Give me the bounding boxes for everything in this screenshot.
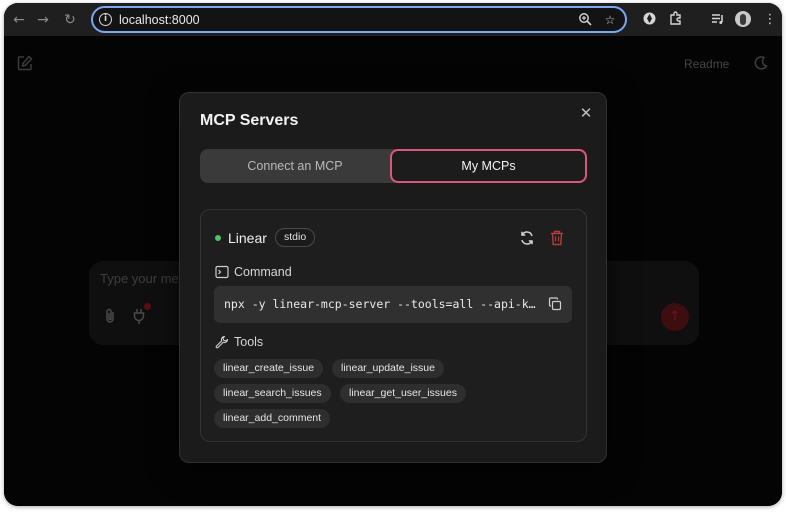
back-arrow-icon[interactable]: ← <box>10 11 28 29</box>
wrench-icon <box>215 335 229 349</box>
tool-chip: linear_add_comment <box>214 409 331 428</box>
status-indicator <box>215 235 221 241</box>
command-label: Command <box>234 265 292 279</box>
modal-title: MCP Servers <box>200 112 299 129</box>
paperclip-icon[interactable] <box>102 307 118 325</box>
mcp-count-badge <box>144 303 151 310</box>
command-text: npx -y linear-mcp-server --tools=all --a… <box>224 297 536 311</box>
readme-link[interactable]: Readme <box>684 57 729 71</box>
close-icon[interactable]: ✕ <box>578 105 594 121</box>
forward-arrow-icon[interactable]: → <box>34 11 52 29</box>
menu-kebab-icon[interactable]: ⋮ <box>761 11 779 29</box>
bookmark-star-icon[interactable]: ☆ <box>602 12 618 28</box>
tool-chip: linear_update_issue <box>332 359 444 378</box>
server-name: Linear <box>228 230 267 246</box>
new-chat-edit-icon[interactable] <box>16 54 34 72</box>
app-page: Readme Type your me ↑ MCP Servers ✕ Conn… <box>4 36 782 506</box>
command-box: npx -y linear-mcp-server --tools=all --a… <box>214 286 572 323</box>
browser-toolbar: ← → ↻ i localhost:8000 ☆ ⋮ <box>4 3 782 36</box>
tool-chip: linear_get_user_issues <box>340 384 466 403</box>
media-controls-icon[interactable] <box>708 11 726 29</box>
trash-icon[interactable] <box>550 230 564 246</box>
tool-chip: linear_search_issues <box>214 384 331 403</box>
modal-tabs: Connect an MCP My MCPs <box>200 149 587 183</box>
site-info-icon[interactable]: i <box>99 13 112 26</box>
transport-badge: stdio <box>275 228 316 247</box>
address-bar[interactable]: i localhost:8000 ☆ <box>91 6 627 33</box>
puzzle-icon[interactable] <box>666 11 684 29</box>
browser-window: ← → ↻ i localhost:8000 ☆ ⋮ Readme Type y… <box>4 3 782 506</box>
zoom-icon[interactable] <box>577 12 593 28</box>
tools-label: Tools <box>234 335 264 349</box>
mcp-servers-modal: MCP Servers ✕ Connect an MCP My MCPs Lin… <box>179 92 607 463</box>
send-button[interactable]: ↑ <box>661 303 689 331</box>
chat-input-placeholder[interactable]: Type your me <box>100 271 179 286</box>
extension-icon[interactable] <box>640 11 658 29</box>
moon-icon[interactable] <box>753 55 769 71</box>
terminal-icon <box>215 265 229 279</box>
tab-connect-mcp[interactable]: Connect an MCP <box>200 149 390 183</box>
copy-icon[interactable] <box>548 297 562 311</box>
address-url[interactable]: localhost:8000 <box>119 13 200 27</box>
refresh-icon[interactable] <box>519 230 535 246</box>
server-card-linear: Linear stdio Command npx -y linear-mcp-s… <box>200 209 587 442</box>
tool-chip: linear_create_issue <box>214 359 324 378</box>
tab-my-mcps[interactable]: My MCPs <box>390 149 587 183</box>
plug-icon[interactable] <box>131 307 147 325</box>
profile-avatar[interactable] <box>735 11 751 27</box>
reload-icon[interactable]: ↻ <box>61 11 79 29</box>
